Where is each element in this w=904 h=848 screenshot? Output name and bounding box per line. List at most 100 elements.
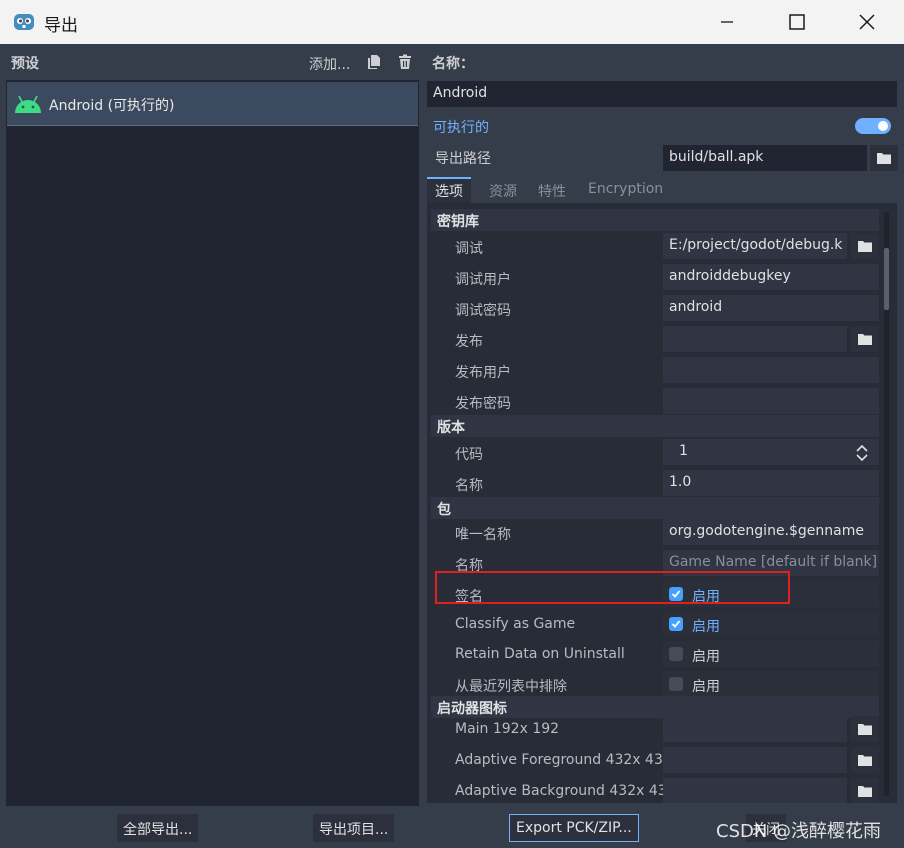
main-icon-browse-button[interactable] bbox=[851, 716, 879, 742]
close-icon bbox=[859, 14, 875, 30]
row-label: Adaptive Background 432x 432 bbox=[455, 783, 676, 799]
row-label: Classify as Game bbox=[455, 616, 576, 632]
spinner-arrows-icon[interactable] bbox=[856, 445, 868, 461]
row-label: 发布用户 bbox=[455, 365, 511, 381]
row-version-name: 名称 1.0 bbox=[431, 468, 879, 499]
row-label: 从最近列表中排除 bbox=[455, 679, 567, 695]
row-label: 调试用户 bbox=[455, 272, 511, 288]
tab-resources[interactable]: 资源 bbox=[489, 177, 517, 203]
maximize-button[interactable] bbox=[762, 0, 832, 44]
folder-icon bbox=[858, 786, 872, 797]
classify-checkbox[interactable] bbox=[669, 617, 683, 631]
export-path-browse-button[interactable] bbox=[870, 145, 898, 171]
add-preset-button[interactable]: 添加... bbox=[309, 54, 350, 74]
release-user-input[interactable] bbox=[663, 357, 879, 383]
options-panel: 密钥库 调试 E:/project/godot/debug.k 调试用户 and… bbox=[427, 203, 897, 803]
version-code-value: 1 bbox=[679, 443, 688, 459]
runnable-label: 可执行的 bbox=[433, 120, 489, 136]
row-label: Retain Data on Uninstall bbox=[455, 646, 625, 662]
watermark: CSDN @浅醉樱花雨 bbox=[716, 821, 882, 842]
tab-encryption[interactable]: Encryption bbox=[588, 177, 663, 203]
retain-checkbox[interactable] bbox=[669, 647, 683, 661]
row-classify-as-game: Classify as Game 启用 bbox=[431, 609, 879, 640]
row-release-keystore: 发布 bbox=[431, 324, 879, 355]
debug-keystore-input[interactable]: E:/project/godot/debug.k bbox=[663, 233, 847, 259]
row-adaptive-background: Adaptive Background 432x 432 bbox=[431, 776, 879, 803]
adaptive-background-browse-button[interactable] bbox=[851, 778, 879, 803]
row-debug-user: 调试用户 androiddebugkey bbox=[431, 262, 879, 293]
debug-user-input[interactable]: androiddebugkey bbox=[663, 264, 879, 290]
export-all-button[interactable]: 全部导出... bbox=[117, 814, 199, 842]
section-package: 包 bbox=[431, 497, 879, 519]
close-button[interactable] bbox=[832, 0, 902, 44]
annotation-highlight-box bbox=[435, 571, 790, 604]
row-label: 发布密码 bbox=[455, 396, 511, 412]
row-label: 调试密码 bbox=[455, 303, 511, 319]
row-debug-password: 调试密码 android bbox=[431, 293, 879, 324]
row-release-password: 发布密码 bbox=[431, 386, 879, 417]
runnable-toggle[interactable] bbox=[855, 118, 891, 134]
section-keystore: 密钥库 bbox=[431, 209, 879, 231]
name-label: 名称： bbox=[432, 56, 474, 72]
minimize-button[interactable] bbox=[692, 0, 762, 44]
debug-password-input[interactable]: android bbox=[663, 295, 879, 321]
folder-icon bbox=[858, 334, 872, 345]
row-label: 调试 bbox=[455, 241, 483, 257]
options-tabs: 选项 资源 特性 Encryption bbox=[427, 177, 897, 203]
godot-icon bbox=[14, 14, 34, 30]
row-version-code: 代码 1 bbox=[431, 437, 879, 468]
adaptive-foreground-browse-button[interactable] bbox=[851, 747, 879, 773]
row-label: 名称 bbox=[455, 478, 483, 494]
classify-checkbox-label[interactable]: 启用 bbox=[692, 616, 720, 636]
duplicate-icon[interactable] bbox=[366, 54, 382, 70]
preset-item-android[interactable]: Android (可执行的) bbox=[7, 82, 418, 126]
version-name-input[interactable]: 1.0 bbox=[663, 470, 879, 496]
export-path-input[interactable]: build/ball.apk bbox=[663, 145, 867, 171]
main-icon-input[interactable] bbox=[663, 716, 847, 742]
release-keystore-browse-button[interactable] bbox=[851, 326, 879, 352]
toggle-knob bbox=[878, 121, 888, 131]
row-main-icon: Main 192x 192 bbox=[431, 714, 879, 745]
adaptive-background-input[interactable] bbox=[663, 778, 847, 803]
preset-list: Android (可执行的) bbox=[6, 80, 419, 806]
folder-icon bbox=[877, 153, 891, 164]
row-label: 发布 bbox=[455, 334, 483, 350]
android-icon bbox=[15, 95, 41, 113]
row-release-user: 发布用户 bbox=[431, 355, 879, 386]
unique-name-input[interactable]: org.godotengine.$genname bbox=[663, 519, 879, 545]
checkmark-icon bbox=[671, 620, 681, 628]
tab-options[interactable]: 选项 bbox=[427, 177, 471, 203]
title-bar: 导出 bbox=[0, 0, 904, 44]
preset-name-input[interactable]: Android bbox=[427, 81, 897, 107]
version-code-spinbox[interactable]: 1 bbox=[663, 439, 879, 465]
export-path-label: 导出路径 bbox=[435, 151, 491, 167]
options-list: 密钥库 调试 E:/project/godot/debug.k 调试用户 and… bbox=[431, 209, 879, 803]
row-retain-data: Retain Data on Uninstall 启用 bbox=[431, 639, 879, 670]
row-debug-keystore: 调试 E:/project/godot/debug.k bbox=[431, 231, 879, 262]
options-scrollbar[interactable] bbox=[884, 212, 889, 796]
adaptive-foreground-input[interactable] bbox=[663, 747, 847, 773]
row-label: 代码 bbox=[455, 447, 483, 463]
export-project-button[interactable]: 导出项目... bbox=[313, 814, 395, 842]
presets-header: 预设 添加... bbox=[0, 44, 424, 80]
exclude-checkbox-label[interactable]: 启用 bbox=[692, 676, 720, 696]
maximize-icon bbox=[789, 14, 805, 30]
window-title: 导出 bbox=[44, 16, 78, 36]
export-pck-button[interactable]: Export PCK/ZIP... bbox=[509, 814, 639, 842]
row-adaptive-foreground: Adaptive Foreground 432x 432 bbox=[431, 745, 879, 776]
row-label: Adaptive Foreground 432x 432 bbox=[455, 752, 672, 768]
scrollbar-thumb[interactable] bbox=[884, 248, 889, 310]
preset-item-label: Android (可执行的) bbox=[49, 98, 175, 114]
debug-keystore-browse-button[interactable] bbox=[851, 233, 879, 259]
section-version: 版本 bbox=[431, 415, 879, 437]
release-keystore-input[interactable] bbox=[663, 326, 847, 352]
retain-checkbox-label[interactable]: 启用 bbox=[692, 646, 720, 666]
row-unique-name: 唯一名称 org.godotengine.$genname bbox=[431, 517, 879, 548]
exclude-checkbox[interactable] bbox=[669, 677, 683, 691]
tab-features[interactable]: 特性 bbox=[538, 177, 566, 203]
folder-icon bbox=[858, 724, 872, 735]
folder-icon bbox=[858, 241, 872, 252]
release-password-input[interactable] bbox=[663, 388, 879, 414]
delete-icon[interactable] bbox=[397, 54, 413, 70]
minimize-icon bbox=[721, 21, 733, 23]
